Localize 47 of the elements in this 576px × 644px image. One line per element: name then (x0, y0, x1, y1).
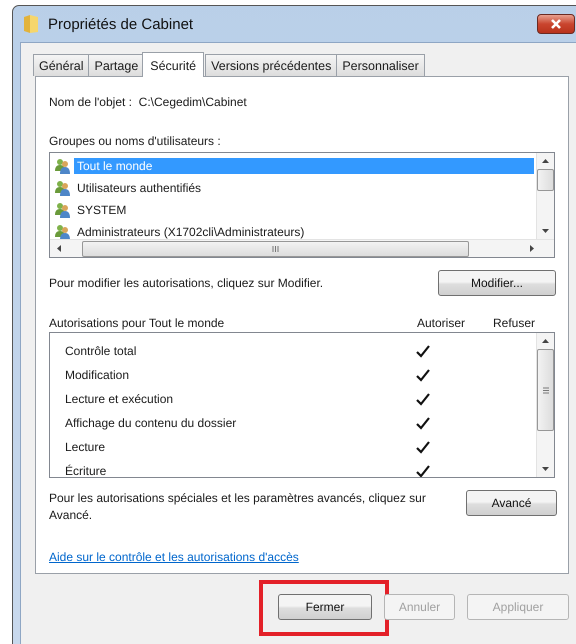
deny-column-header: Refuser (493, 316, 536, 330)
close-icon (549, 18, 563, 30)
tab[interactable]: Partage (88, 54, 144, 76)
permission-row: Écriture (65, 459, 536, 477)
users-icon (54, 180, 72, 196)
tab[interactable]: Versions précédentes (205, 54, 338, 76)
allow-column-header: Autoriser (417, 316, 466, 330)
tab[interactable]: Sécurité (142, 52, 204, 77)
scroll-thumb[interactable] (537, 349, 554, 431)
users-icon (54, 224, 72, 239)
scroll-up-arrow-icon[interactable] (542, 339, 549, 343)
advanced-hint-text: Pour les autorisations spéciales et les paramètres avancés, cliquez sur Avancé. (49, 490, 427, 524)
scroll-right-arrow-icon[interactable] (530, 245, 534, 252)
close-button[interactable] (537, 14, 575, 34)
scroll-thumb[interactable] (82, 240, 469, 256)
permission-row: Affichage du contenu du dossier (65, 411, 536, 435)
modify-hint-text: Pour modifier les autorisations, cliquez sur Modifier. (49, 276, 324, 290)
folder-icon (23, 14, 39, 34)
scroll-up-arrow-icon[interactable] (542, 159, 549, 163)
tab[interactable]: Général (33, 54, 90, 76)
help-link[interactable]: Aide sur le contrôle et les autorisations d'accès (49, 550, 299, 564)
scroll-left-arrow-icon[interactable] (57, 245, 61, 252)
permission-row: Modification (65, 363, 536, 387)
users-icon (54, 158, 72, 174)
advanced-button[interactable]: Avancé (466, 490, 557, 516)
scroll-down-arrow-icon[interactable] (542, 229, 549, 233)
object-name-text: Nom de l'objet : C:\Cegedim\Cabinet (49, 95, 248, 109)
users-icon (54, 202, 72, 218)
groups-label: Groupes ou noms d'utilisateurs : (49, 134, 222, 148)
permission-row: Contrôle total (65, 339, 536, 363)
grip-icon (542, 386, 548, 394)
horizontal-scrollbar[interactable] (50, 239, 554, 257)
tab[interactable]: Personnaliser (336, 54, 425, 76)
group-list-item[interactable]: Utilisateurs authentifiés (74, 180, 204, 196)
permission-row: Lecture (65, 435, 536, 459)
vertical-scrollbar[interactable] (536, 333, 554, 477)
modify-button[interactable]: Modifier... (438, 270, 556, 296)
vertical-scrollbar[interactable] (536, 153, 554, 239)
grip-icon (272, 246, 279, 252)
permissions-label: Autorisations pour Tout le monde (49, 316, 226, 330)
window-title: Propriétés de Cabinet (48, 16, 194, 32)
group-list-item[interactable]: SYSTEM (74, 202, 130, 218)
group-list-item[interactable]: Administrateurs (X1702cli\Administrateurs) (74, 224, 308, 239)
dialog-button[interactable]: Fermer (278, 594, 372, 620)
scroll-thumb[interactable] (537, 169, 554, 191)
permission-row: Lecture et exécution (65, 387, 536, 411)
scroll-down-arrow-icon[interactable] (542, 467, 549, 471)
